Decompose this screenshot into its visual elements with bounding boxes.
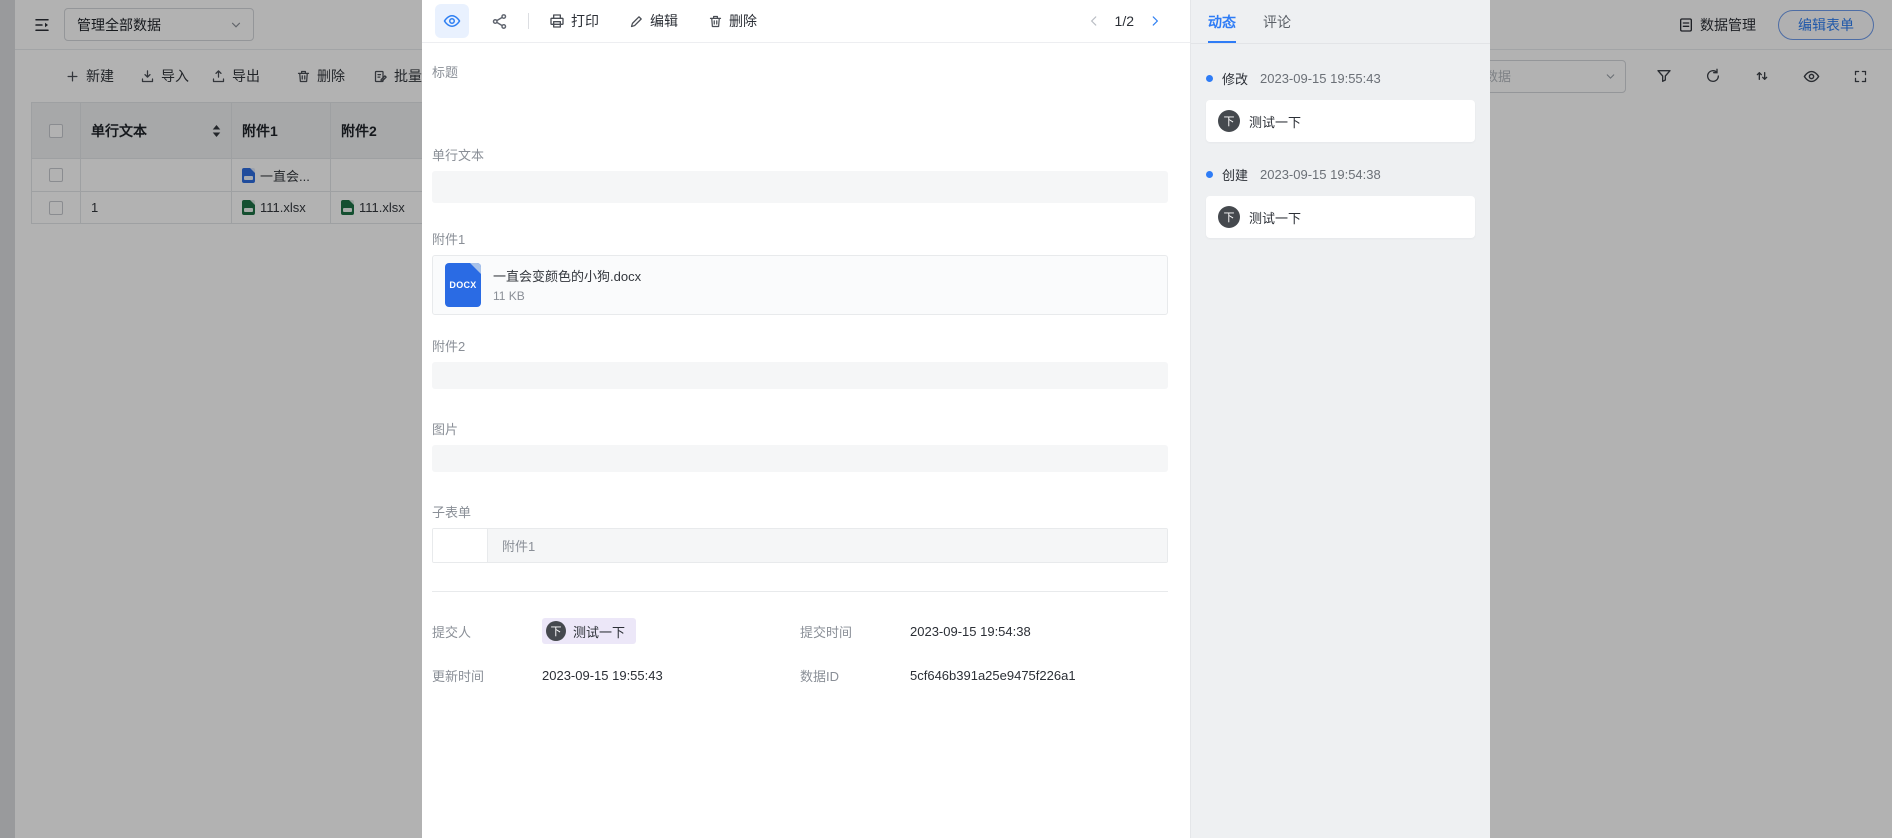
field-attachment-1: 附件1 DOCX 一直会变颜色的小狗.docx 11 KB [432, 231, 1168, 315]
submitter-name: 测试一下 [573, 622, 625, 641]
tab-activity-label: 动态 [1208, 14, 1236, 30]
tab-activity[interactable]: 动态 [1208, 12, 1236, 43]
field-attachment-2: 附件2 [432, 338, 1168, 389]
docx-file-icon: DOCX [445, 263, 481, 307]
file-info: 一直会变颜色的小狗.docx 11 KB [493, 268, 641, 303]
activity-item: 创建 2023-09-15 19:54:38 下 测试一下 [1206, 165, 1475, 238]
eye-icon [443, 12, 461, 30]
activity-action: 修改 [1222, 69, 1248, 88]
tab-comments-label: 评论 [1263, 14, 1291, 30]
tab-comments[interactable]: 评论 [1263, 12, 1291, 43]
toolbar-divider [528, 13, 529, 29]
pager-count: 1/2 [1115, 13, 1134, 29]
meta-label: 提交人 [432, 622, 542, 641]
field-label: 图片 [432, 421, 1168, 439]
activity-panel: 动态 评论 修改 2023-09-15 19:55:43 下 测试一下 [1190, 0, 1490, 838]
edit-record-label: 编辑 [650, 11, 678, 31]
field-empty-value [432, 445, 1168, 472]
field-empty-value [432, 82, 1168, 147]
edit-record-button[interactable]: 编辑 [629, 11, 678, 31]
activity-item-header: 修改 2023-09-15 19:55:43 [1206, 69, 1475, 88]
activity-user-card: 下 测试一下 [1206, 196, 1475, 238]
field-label: 标题 [432, 64, 1168, 82]
activity-action: 创建 [1222, 165, 1248, 184]
file-name: 一直会变颜色的小狗.docx [493, 268, 641, 285]
delete-record-button[interactable]: 删除 [708, 11, 757, 31]
activity-item-header: 创建 2023-09-15 19:54:38 [1206, 165, 1475, 184]
delete-record-label: 删除 [729, 11, 757, 31]
activity-item: 修改 2023-09-15 19:55:43 下 测试一下 [1206, 69, 1475, 142]
activity-time: 2023-09-15 19:54:38 [1260, 167, 1381, 182]
panel-tabs: 动态 评论 [1191, 0, 1490, 44]
meta-label: 提交时间 [800, 622, 910, 641]
field-image: 图片 [432, 421, 1168, 472]
file-ext-label: DOCX [445, 280, 481, 290]
share-icon [491, 13, 508, 30]
subform-header-cell: 附件1 [488, 529, 1167, 562]
avatar: 下 [546, 621, 566, 641]
field-title: 标题 [432, 64, 1168, 147]
meta-update-time: 更新时间 2023-09-15 19:55:43 [432, 666, 800, 685]
record-fields: 标题 单行文本 附件1 DOCX 一直会变颜色的小狗.docx 11 KB [422, 43, 1190, 838]
field-label: 附件1 [432, 231, 1168, 249]
meta-submitter: 提交人 下 测试一下 [432, 618, 800, 644]
field-empty-value [432, 362, 1168, 389]
field-label: 附件2 [432, 338, 1168, 356]
subform-table: 附件1 [432, 528, 1168, 563]
meta-label: 更新时间 [432, 666, 542, 685]
record-meta: 提交人 下 测试一下 提交时间 2023-09-15 19:54:38 更新时间 [432, 618, 1168, 685]
printer-icon [549, 13, 565, 29]
preview-toggle-button[interactable] [435, 4, 469, 38]
trash-icon [708, 14, 723, 29]
activity-user-name: 测试一下 [1249, 208, 1301, 227]
attachment-item[interactable]: DOCX 一直会变颜色的小狗.docx 11 KB [432, 255, 1168, 315]
prev-record-icon[interactable] [1087, 14, 1101, 28]
meta-data-id: 数据ID 5cf646b391a25e9475f226a1 [800, 666, 1168, 685]
avatar: 下 [1218, 206, 1240, 228]
field-subform: 子表单 附件1 [432, 504, 1168, 563]
bullet-dot [1206, 171, 1213, 178]
submitter-chip: 下 测试一下 [542, 618, 636, 644]
print-label: 打印 [571, 11, 599, 31]
activity-list: 修改 2023-09-15 19:55:43 下 测试一下 创建 2023-09… [1191, 44, 1490, 238]
page: 管理全部数据 数据管理 编辑表单 [0, 0, 1892, 838]
field-label: 子表单 [432, 504, 1168, 522]
print-button[interactable]: 打印 [549, 11, 599, 31]
next-record-icon[interactable] [1148, 14, 1162, 28]
meta-label: 数据ID [800, 666, 910, 685]
subform-column-label: 附件1 [502, 536, 535, 555]
pencil-icon [629, 14, 644, 29]
avatar: 下 [1218, 110, 1240, 132]
meta-submit-time: 提交时间 2023-09-15 19:54:38 [800, 618, 1168, 644]
meta-value: 2023-09-15 19:54:38 [910, 624, 1031, 639]
record-toolbar: 打印 编辑 删除 1/2 [422, 0, 1190, 43]
meta-value: 5cf646b391a25e9475f226a1 [910, 668, 1076, 683]
subform-index-cell [433, 529, 488, 562]
meta-row: 更新时间 2023-09-15 19:55:43 数据ID 5cf646b391… [432, 666, 1168, 685]
meta-row: 提交人 下 测试一下 提交时间 2023-09-15 19:54:38 [432, 618, 1168, 644]
activity-time: 2023-09-15 19:55:43 [1260, 71, 1381, 86]
field-empty-value [432, 171, 1168, 203]
meta-value: 2023-09-15 19:55:43 [542, 668, 663, 683]
share-button[interactable] [491, 13, 508, 30]
bullet-dot [1206, 75, 1213, 82]
field-label: 单行文本 [432, 147, 1168, 165]
record-detail-modal: 打印 编辑 删除 1/2 标题 单行文本 [422, 0, 1190, 838]
file-size: 11 KB [493, 289, 641, 303]
field-text: 单行文本 [432, 147, 1168, 203]
activity-user-card: 下 测试一下 [1206, 100, 1475, 142]
activity-user-name: 测试一下 [1249, 112, 1301, 131]
section-divider [432, 591, 1168, 592]
record-pager: 1/2 [1087, 13, 1162, 29]
